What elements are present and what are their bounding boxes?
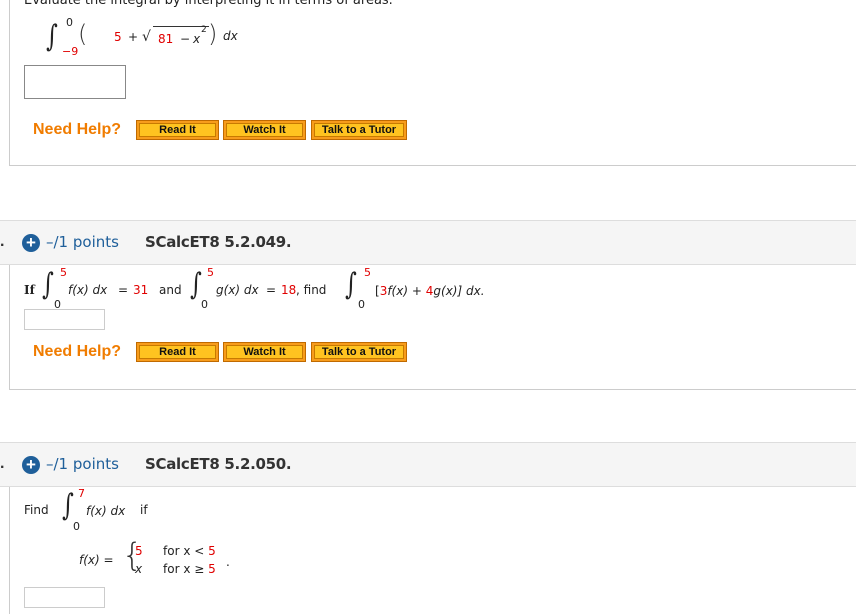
target-integrand: [3f(x) + 4g(x)] dx. [375, 284, 485, 298]
case2-value: x [135, 562, 143, 576]
case1-condition: for x < 5 [163, 544, 216, 558]
upper-limit: 5 [364, 266, 371, 279]
radicand-number: 81 [158, 32, 174, 46]
close-paren: ) [208, 20, 218, 48]
question-header-050: . + –/1 points SCalcET8 5.2.050. [0, 442, 856, 487]
integral-sign: ∫ [61, 488, 74, 523]
points-label: –/1 points [46, 455, 119, 473]
if-word: If [24, 283, 35, 297]
f-value: 31 [133, 283, 149, 297]
dx: dx [223, 29, 238, 43]
case2-condition: for x ≥ 5 [163, 562, 216, 576]
g-integrand: g(x) dx [216, 283, 259, 297]
lower-limit: −9 [62, 45, 79, 58]
talk-to-tutor-button[interactable]: Talk to a Tutor [311, 120, 407, 140]
expand-plus-icon[interactable]: + [22, 234, 40, 252]
find-word: Find [24, 503, 49, 517]
equals: = [266, 283, 277, 297]
upper-limit: 5 [60, 266, 67, 279]
answer-input[interactable] [24, 587, 105, 608]
watch-it-button[interactable]: Watch It [223, 120, 306, 140]
plus-sign: + [128, 30, 139, 44]
question-bullet: . [0, 233, 5, 250]
upper-limit: 0 [66, 16, 73, 29]
open-paren: ( [78, 20, 88, 48]
integral-sign: ∫ [344, 267, 357, 302]
read-it-button[interactable]: Read It [136, 120, 219, 140]
equals: = [118, 283, 129, 297]
need-help-label: Need Help? [33, 343, 122, 360]
question-id: SCalcET8 5.2.050. [145, 455, 292, 473]
answer-input[interactable] [24, 309, 105, 330]
question-bullet: . [0, 455, 5, 472]
upper-limit: 7 [78, 487, 85, 500]
piecewise-period: . [226, 555, 230, 569]
watch-it-button[interactable]: Watch It [223, 342, 306, 362]
integral-sign: ∫ [45, 19, 58, 54]
and-word: and [159, 283, 182, 297]
lower-limit: 0 [358, 298, 365, 311]
radicand-var: x [193, 32, 201, 46]
integral-sign: ∫ [189, 267, 202, 302]
if-word: if [140, 503, 148, 517]
sqrt-sign: √ [142, 29, 151, 45]
question-top-body [9, 0, 856, 166]
points-label: –/1 points [46, 233, 119, 251]
answer-input[interactable] [24, 65, 126, 99]
integrand: f(x) dx [86, 504, 126, 518]
integral-sign: ∫ [41, 267, 54, 302]
upper-limit: 5 [207, 266, 214, 279]
g-value: 18 [281, 283, 297, 297]
read-it-button[interactable]: Read It [136, 342, 219, 362]
talk-to-tutor-button[interactable]: Talk to a Tutor [311, 342, 407, 362]
question-instruction: Evaluate the integral by interpreting it… [24, 0, 393, 8]
need-help-label: Need Help? [33, 121, 122, 138]
constant-term: 5 [114, 30, 122, 44]
question-header-049: . + –/1 points SCalcET8 5.2.049. [0, 220, 856, 265]
f-integrand: f(x) dx [68, 283, 108, 297]
lower-limit: 0 [201, 298, 208, 311]
radicand-exponent: 2 [201, 25, 207, 35]
piecewise-lhs: f(x) = [79, 553, 114, 567]
expand-plus-icon[interactable]: + [22, 456, 40, 474]
lower-limit: 0 [73, 520, 80, 533]
radicand-minus: − [180, 32, 191, 46]
case1-value: 5 [135, 544, 143, 558]
find-word: , find [296, 283, 327, 297]
question-id: SCalcET8 5.2.049. [145, 233, 292, 251]
